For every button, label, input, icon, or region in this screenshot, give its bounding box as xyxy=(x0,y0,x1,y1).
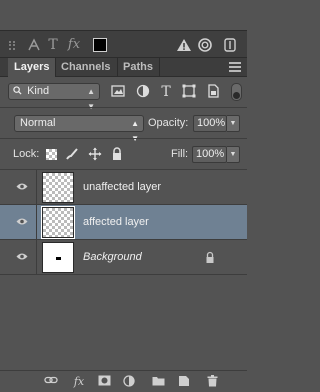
filter-kind-select[interactable]: Kind ▲▼ xyxy=(8,83,100,111)
panel-menu-icon[interactable] xyxy=(229,62,241,73)
mask-icon[interactable] xyxy=(97,375,111,389)
tab-layers[interactable]: Layers xyxy=(8,58,57,78)
thumbnail-mark xyxy=(56,257,61,260)
blend-mode-value: Normal xyxy=(20,117,56,129)
layer-row-affected[interactable]: affected layer xyxy=(0,205,247,240)
tool-options-strip: T fx xyxy=(0,30,247,58)
link-icon[interactable] xyxy=(44,375,58,389)
fill-dropdown-icon[interactable]: ▼ xyxy=(227,146,240,163)
link-layers-icon[interactable] xyxy=(197,37,213,53)
trash-icon[interactable] xyxy=(205,375,219,389)
tab-paths[interactable]: Paths xyxy=(117,58,160,77)
column-divider xyxy=(36,170,37,205)
fill-label: Fill: xyxy=(171,148,189,160)
top-empty-area xyxy=(0,0,247,30)
new-layer-icon[interactable] xyxy=(177,375,191,389)
visibility-eye-icon[interactable] xyxy=(16,252,28,261)
layer-name[interactable]: unaffected layer xyxy=(83,181,161,193)
adjustment-filter-icon[interactable] xyxy=(135,84,151,100)
group-folder-icon[interactable] xyxy=(151,375,165,389)
shape-filter-icon[interactable] xyxy=(181,84,197,100)
panel-bottom-bar: fx xyxy=(0,370,247,392)
lock-position-icon[interactable] xyxy=(88,147,102,161)
tab-channels[interactable]: Channels xyxy=(55,58,118,77)
column-divider xyxy=(36,240,37,275)
vertical-scroll-icon[interactable] xyxy=(222,37,238,53)
lock-row: Lock: Fill: 100% ▼ xyxy=(0,139,247,169)
opacity-dropdown-icon[interactable]: ▼ xyxy=(227,115,240,132)
filter-toggle[interactable] xyxy=(231,83,242,101)
layer-row-background[interactable]: Background xyxy=(0,240,247,275)
type-icon[interactable]: T xyxy=(45,37,61,53)
blend-row: Normal ▲▼ Opacity: 100% ▼ xyxy=(0,108,247,143)
filter-kind-label: Kind xyxy=(27,85,50,97)
blend-mode-select[interactable]: Normal ▲▼ xyxy=(14,115,144,143)
panel-gripper-icon[interactable] xyxy=(9,41,15,50)
visibility-eye-icon[interactable] xyxy=(16,182,28,191)
layer-row-unaffected[interactable]: unaffected layer xyxy=(0,170,247,205)
adjustment-layer-icon[interactable] xyxy=(122,375,136,389)
type-warp-icon[interactable] xyxy=(26,37,42,53)
column-divider xyxy=(36,205,37,240)
layer-thumbnail[interactable] xyxy=(41,206,75,239)
visibility-eye-icon[interactable] xyxy=(16,217,28,226)
lock-image-pixels-icon[interactable] xyxy=(65,147,79,161)
pixel-filter-icon[interactable] xyxy=(110,84,126,100)
panel-tab-bar: Layers Channels Paths xyxy=(0,58,247,78)
color-swatch[interactable] xyxy=(93,38,107,52)
layer-thumbnail[interactable] xyxy=(42,172,74,203)
smart-object-filter-icon[interactable] xyxy=(205,84,221,100)
opacity-input[interactable]: 100% xyxy=(193,115,227,132)
search-icon xyxy=(13,86,22,95)
layer-name[interactable]: affected layer xyxy=(83,216,149,228)
type-filter-icon[interactable]: T xyxy=(158,84,174,100)
fill-input[interactable]: 100% xyxy=(192,146,227,163)
lock-transparent-pixels-icon[interactable] xyxy=(46,149,57,160)
filter-row: Kind ▲▼ T xyxy=(0,77,247,111)
fx-icon[interactable]: fx xyxy=(72,375,86,389)
lock-all-icon[interactable] xyxy=(110,147,124,161)
fx-icon[interactable]: fx xyxy=(66,37,82,53)
lock-label: Lock: xyxy=(13,148,40,160)
opacity-label: Opacity: xyxy=(148,117,189,129)
warning-icon[interactable] xyxy=(176,37,192,53)
background-lock-icon xyxy=(205,251,215,264)
layer-name[interactable]: Background xyxy=(83,251,142,263)
layer-thumbnail[interactable] xyxy=(42,242,74,273)
